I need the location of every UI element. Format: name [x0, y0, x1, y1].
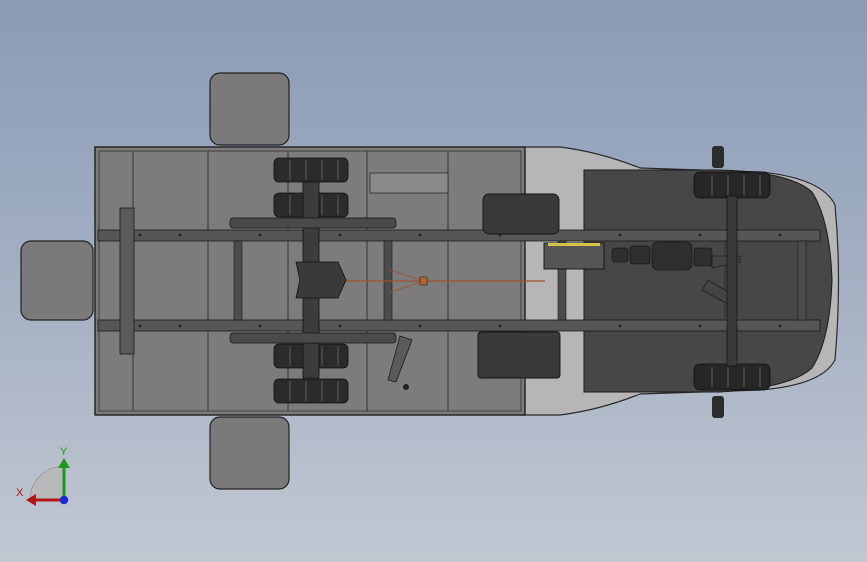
chassis-rail-top[interactable] — [97, 229, 821, 242]
outrigger-pad-top[interactable] — [209, 72, 290, 146]
mirror-bottom[interactable] — [712, 396, 724, 418]
muffler[interactable] — [543, 242, 605, 270]
x-axis-label: X — [16, 487, 24, 499]
front-axle[interactable] — [726, 195, 738, 367]
leaf-spring-bottom[interactable] — [229, 332, 397, 344]
chassis-rail-bottom[interactable] — [97, 319, 821, 332]
drive-shaft-joint[interactable] — [419, 276, 428, 286]
outrigger-pad-left[interactable] — [20, 240, 94, 321]
rear-differential[interactable] — [295, 261, 347, 299]
toolbox-panel[interactable] — [369, 172, 449, 194]
y-axis-label: Y — [60, 446, 68, 458]
graphics-viewport[interactable]: Y X — [0, 0, 867, 562]
muffler-band — [548, 243, 600, 246]
coordinate-triad: Y X — [16, 446, 70, 506]
exhaust-tip — [403, 384, 409, 390]
battery-box[interactable] — [477, 331, 561, 379]
mirror-top[interactable] — [712, 146, 724, 168]
leaf-spring-top[interactable] — [229, 217, 397, 229]
fuel-tank[interactable] — [482, 193, 560, 235]
outrigger-pad-bottom[interactable] — [209, 416, 290, 490]
rear-crossmember[interactable] — [119, 207, 135, 355]
z-axis-dot-icon — [59, 495, 69, 505]
y-axis-arrowhead-icon — [58, 458, 70, 468]
